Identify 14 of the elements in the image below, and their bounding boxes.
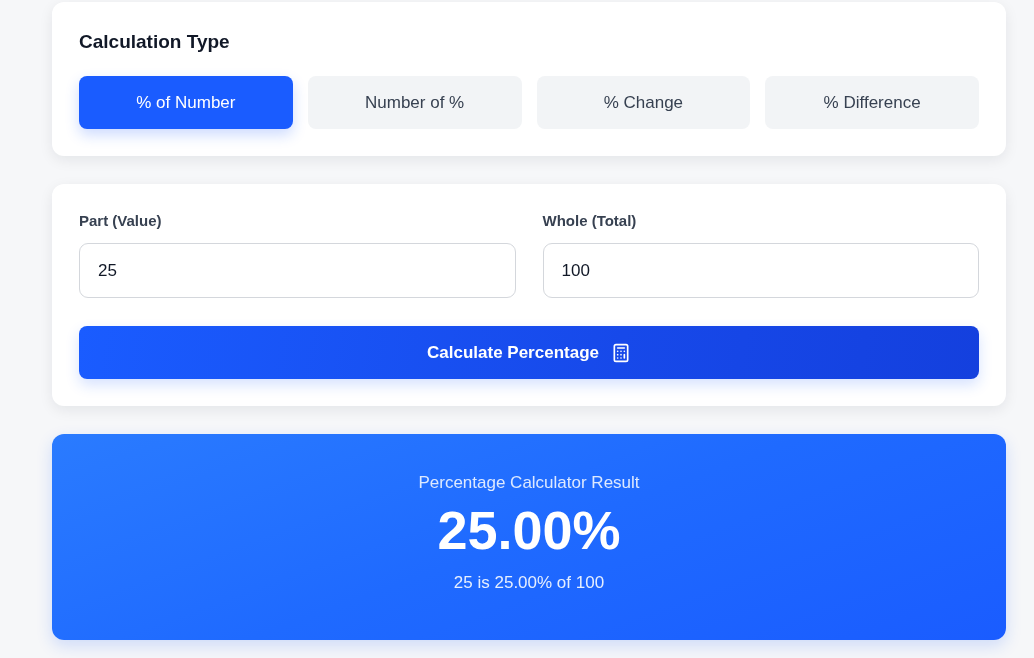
calculation-type-tab[interactable]: % of Number — [79, 76, 293, 129]
number-input-field[interactable]: 25 — [79, 243, 516, 298]
result-value: 25.00% — [437, 499, 621, 561]
calculation-type-tab[interactable]: % Change — [536, 76, 751, 129]
calculator-icon — [611, 342, 631, 363]
calculation-type-tab[interactable]: % Difference — [765, 76, 979, 129]
card-title: Calculation Type — [79, 30, 231, 54]
field-label: Part (Value) — [79, 212, 163, 230]
result-title: Percentage Calculator Result — [418, 473, 640, 493]
number-input-field[interactable]: 100 — [542, 243, 979, 298]
result-explanation: 25 is 25.00% of 100 — [453, 573, 605, 593]
calculate-button[interactable]: Calculate Percentage — [79, 326, 979, 379]
calculation-type-tab[interactable]: Number of % — [307, 76, 522, 129]
field-label: Whole (Total) — [542, 212, 638, 230]
